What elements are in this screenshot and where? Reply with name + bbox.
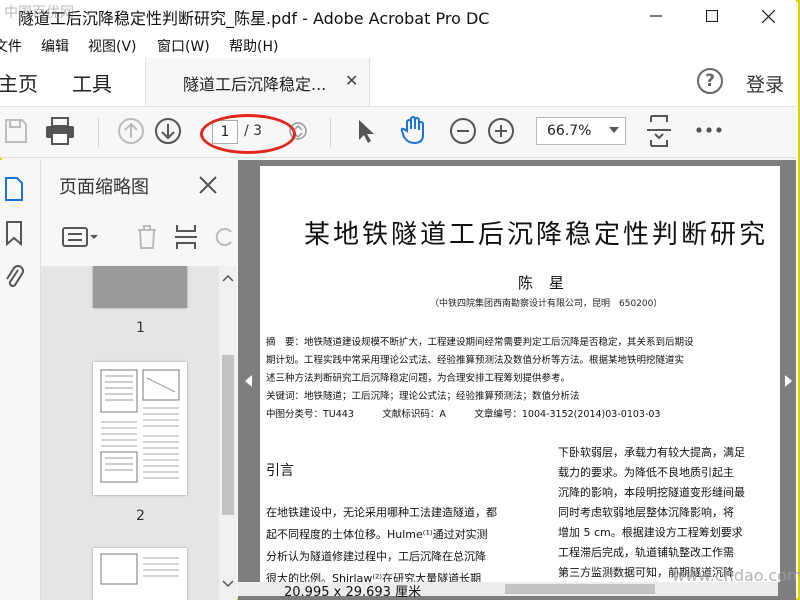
section-heading: 引言 bbox=[266, 463, 294, 479]
body-text-line: 起不同程度的土体位移。Hulme⁽¹⁾通过对实测 bbox=[266, 528, 488, 541]
body-text-line: 在地铁建设中，无论采用哪种工法建造隧道，都 bbox=[266, 506, 497, 519]
horizontal-scrollbar-thumb[interactable] bbox=[505, 584, 655, 594]
more-options-icon[interactable] bbox=[694, 120, 724, 140]
document-page: 某地铁隧道工后沉降稳定性判断研究 陈星 （中铁四院集团西南勘察设计有限公司，昆明… bbox=[260, 166, 780, 582]
abstract-line: 期计划。工程实践中常采用理论公式法、经验推算预测法及数值分析等方法。根据某地铁明… bbox=[266, 355, 685, 366]
trash-icon[interactable] bbox=[134, 222, 160, 252]
maximize-icon bbox=[706, 10, 718, 22]
menu-file[interactable]: 文件 bbox=[0, 36, 22, 56]
maximize-button[interactable] bbox=[684, 0, 740, 32]
menu-bar: 文件 编辑 视图(V) 窗口(W) 帮助(H) bbox=[0, 32, 796, 58]
collapse-panel-icon[interactable] bbox=[245, 372, 253, 391]
annotation-ellipse bbox=[200, 114, 296, 154]
thumbnail-number: 2 bbox=[136, 508, 145, 524]
login-button[interactable]: 登录 bbox=[746, 70, 784, 97]
page-thumbnails-icon[interactable] bbox=[2, 174, 26, 204]
scroll-up-icon[interactable] bbox=[220, 272, 236, 284]
body-text-line: 分析认为隧道修建过程中，工后沉降在总沉降 bbox=[266, 550, 486, 563]
body-text-line: 增加 5 cm。根据建设方工程筹划要求 bbox=[558, 526, 743, 539]
menu-help[interactable]: 帮助(H) bbox=[229, 36, 278, 56]
fit-page-icon[interactable] bbox=[644, 113, 674, 149]
thumbnail-page-2[interactable] bbox=[93, 362, 187, 495]
tab-document[interactable]: 隧道工后沉降稳定... ✕ bbox=[145, 58, 370, 106]
menu-view[interactable]: 视图(V) bbox=[88, 36, 137, 56]
keywords-line: 关键词：地铁隧道；工后沉降；理论公式法；经验推算预测法；数值分析法 bbox=[266, 391, 580, 402]
scroll-down-icon[interactable] bbox=[220, 578, 236, 590]
nav-tabs-bar: 主页 工具 bbox=[0, 58, 796, 107]
window-title: 隧道工后沉降稳定性判断研究_陈星.pdf - Adobe Acrobat Pro… bbox=[18, 9, 490, 28]
abstract-line: 述三种方法判断研究工后沉降稳定问题，为合理安排工程筹划提供参考。 bbox=[266, 373, 571, 384]
classification-line: 中图分类号：TU443 文献标识码：A 文章编号：1004-3152(2014)… bbox=[266, 409, 661, 420]
tab-tools[interactable]: 工具 bbox=[72, 68, 112, 97]
minimize-button[interactable] bbox=[628, 0, 684, 32]
body-text-line: 载力的要求。为降低不良地质引起主 bbox=[558, 466, 734, 479]
thumbnail-page-3[interactable] bbox=[93, 548, 187, 600]
document-affiliation: （中铁四院集团西南勘察设计有限公司，昆明 650200） bbox=[430, 299, 663, 309]
save-icon[interactable] bbox=[2, 116, 30, 146]
bookmark-icon[interactable] bbox=[2, 218, 26, 248]
select-cursor-icon[interactable] bbox=[354, 116, 378, 146]
document-title: 某地铁隧道工后沉降稳定性判断研究 bbox=[304, 220, 769, 250]
close-tab-icon[interactable]: ✕ bbox=[345, 71, 358, 90]
tab-home[interactable]: 主页 bbox=[0, 68, 38, 97]
close-icon bbox=[761, 9, 775, 23]
toolbar-divider bbox=[330, 118, 331, 148]
menu-edit[interactable]: 编辑 bbox=[41, 36, 69, 56]
print-icon[interactable] bbox=[44, 115, 76, 147]
rotate-icon[interactable] bbox=[214, 222, 234, 252]
help-icon[interactable]: ? bbox=[697, 68, 723, 94]
body-text-line: 工程滞后完成，轨道铺轨整改工作需 bbox=[558, 546, 734, 559]
options-menu-icon[interactable] bbox=[60, 224, 100, 250]
scrollbar-thumb[interactable] bbox=[222, 355, 234, 515]
expand-panel-icon[interactable] bbox=[785, 372, 793, 391]
previous-page-icon[interactable] bbox=[116, 116, 146, 146]
watermark-top: 中国百优网 bbox=[4, 5, 74, 21]
body-text-line: 沉降的影响，本段明挖隧道变形缝间最 bbox=[558, 486, 745, 499]
thumbnail-list: 1 2 bbox=[41, 266, 219, 600]
zoom-select[interactable]: 66.7% bbox=[536, 117, 626, 145]
menu-window[interactable]: 窗口(W) bbox=[157, 36, 210, 56]
document-tab-title: 隧道工后沉降稳定... bbox=[183, 75, 327, 94]
panel-title: 页面缩略图 bbox=[59, 177, 149, 198]
page-size-label: 20.995 x 29.693 厘米 bbox=[284, 585, 422, 600]
document-author: 陈星 bbox=[518, 274, 581, 292]
zoom-out-icon[interactable] bbox=[448, 116, 478, 146]
zoom-value: 66.7% bbox=[547, 123, 592, 139]
toolbar-divider bbox=[98, 118, 99, 148]
close-window-button[interactable] bbox=[740, 0, 796, 32]
minimize-icon bbox=[650, 15, 662, 17]
body-text-line: 同时考虑软弱地层整体沉降影响，将 bbox=[558, 506, 734, 519]
attachment-icon[interactable] bbox=[2, 262, 26, 292]
watermark-bottom: www.chdao.com bbox=[672, 566, 800, 585]
thumbnail-number: 1 bbox=[136, 320, 145, 336]
hand-tool-icon[interactable] bbox=[398, 114, 430, 146]
extract-pages-icon[interactable] bbox=[172, 222, 200, 252]
chevron-down-icon bbox=[609, 127, 619, 133]
zoom-in-icon[interactable] bbox=[486, 116, 516, 146]
close-panel-icon[interactable] bbox=[196, 173, 220, 197]
next-page-icon[interactable] bbox=[153, 116, 183, 146]
title-bar: 隧道工后沉降稳定性判断研究_陈星.pdf - Adobe Acrobat Pro… bbox=[0, 0, 796, 33]
body-text-line: 下卧软弱层，承载力有较大提高，满足 bbox=[558, 446, 745, 459]
abstract-line: 摘 要：地铁隧道建设规模不断扩大，工程建设期间经常需要判定工后沉降是否稳定，其关… bbox=[266, 337, 694, 348]
thumbnail-page-1[interactable] bbox=[93, 266, 187, 308]
